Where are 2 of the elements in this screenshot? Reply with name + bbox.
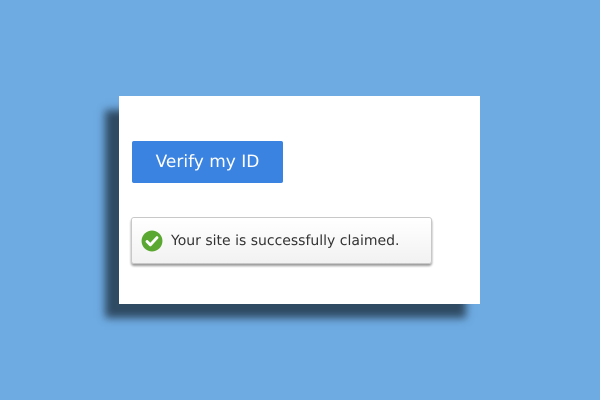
- verify-button[interactable]: Verify my ID: [132, 141, 283, 183]
- notice-text: Your site is successfully claimed.: [171, 232, 400, 248]
